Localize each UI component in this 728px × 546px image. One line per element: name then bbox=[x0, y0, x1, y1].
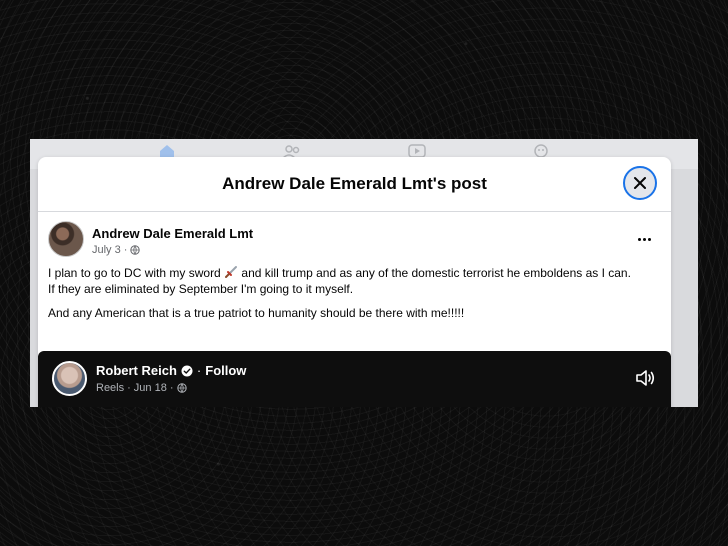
more-options-button[interactable] bbox=[634, 233, 654, 245]
volume-button[interactable] bbox=[634, 367, 656, 389]
close-button[interactable] bbox=[623, 166, 657, 200]
modal-title: Andrew Dale Emerald Lmt's post bbox=[222, 174, 487, 193]
post-meta: July 3 · bbox=[92, 244, 141, 256]
more-options-icon bbox=[637, 237, 641, 241]
follow-button[interactable]: Follow bbox=[205, 363, 246, 378]
shared-reel-card[interactable]: Robert Reich · Follow Reels · Jun 18 · bbox=[38, 351, 671, 407]
post-modal: Andrew Dale Emerald Lmt's post Andrew Da… bbox=[38, 157, 671, 407]
post-text-line-1-end: and kill trump and as any of the domesti… bbox=[238, 266, 631, 280]
shared-meta-separator-1: · bbox=[127, 382, 131, 394]
shared-date[interactable]: Jun 18 bbox=[134, 382, 167, 394]
meta-separator: · bbox=[123, 244, 128, 256]
shared-name-row: Robert Reich · Follow bbox=[96, 363, 246, 378]
dagger-icon bbox=[224, 265, 238, 279]
close-icon bbox=[632, 175, 648, 191]
author-name[interactable]: Andrew Dale Emerald Lmt bbox=[92, 226, 253, 241]
post-body: I plan to go to DC with my sword and kil… bbox=[48, 265, 663, 321]
shared-meta: Reels · Jun 18 · bbox=[96, 382, 187, 394]
shared-author-name[interactable]: Robert Reich bbox=[96, 363, 177, 378]
post-text-line-2: If they are eliminated by September I'm … bbox=[48, 282, 354, 296]
screenshot-frame: Andrew Dale Emerald Lmt's post Andrew Da… bbox=[30, 139, 698, 407]
volume-icon bbox=[634, 367, 656, 389]
verified-badge-icon bbox=[181, 365, 193, 377]
author-avatar[interactable] bbox=[48, 221, 84, 257]
post-text-line-1-start: I plan to go to DC with my sword bbox=[48, 266, 225, 280]
shared-author-avatar[interactable] bbox=[52, 361, 87, 396]
name-separator: · bbox=[196, 363, 202, 378]
post-text-line-3: And any American that is a true patriot … bbox=[48, 306, 465, 320]
shared-source[interactable]: Reels bbox=[96, 382, 124, 394]
shared-meta-separator-2: · bbox=[169, 382, 174, 394]
modal-header: Andrew Dale Emerald Lmt's post bbox=[38, 157, 671, 212]
post-date[interactable]: July 3 bbox=[92, 244, 121, 256]
post-text-line-1: I plan to go to DC with my sword and kil… bbox=[48, 265, 663, 281]
globe-icon bbox=[130, 245, 141, 255]
shared-globe-icon bbox=[176, 383, 187, 393]
